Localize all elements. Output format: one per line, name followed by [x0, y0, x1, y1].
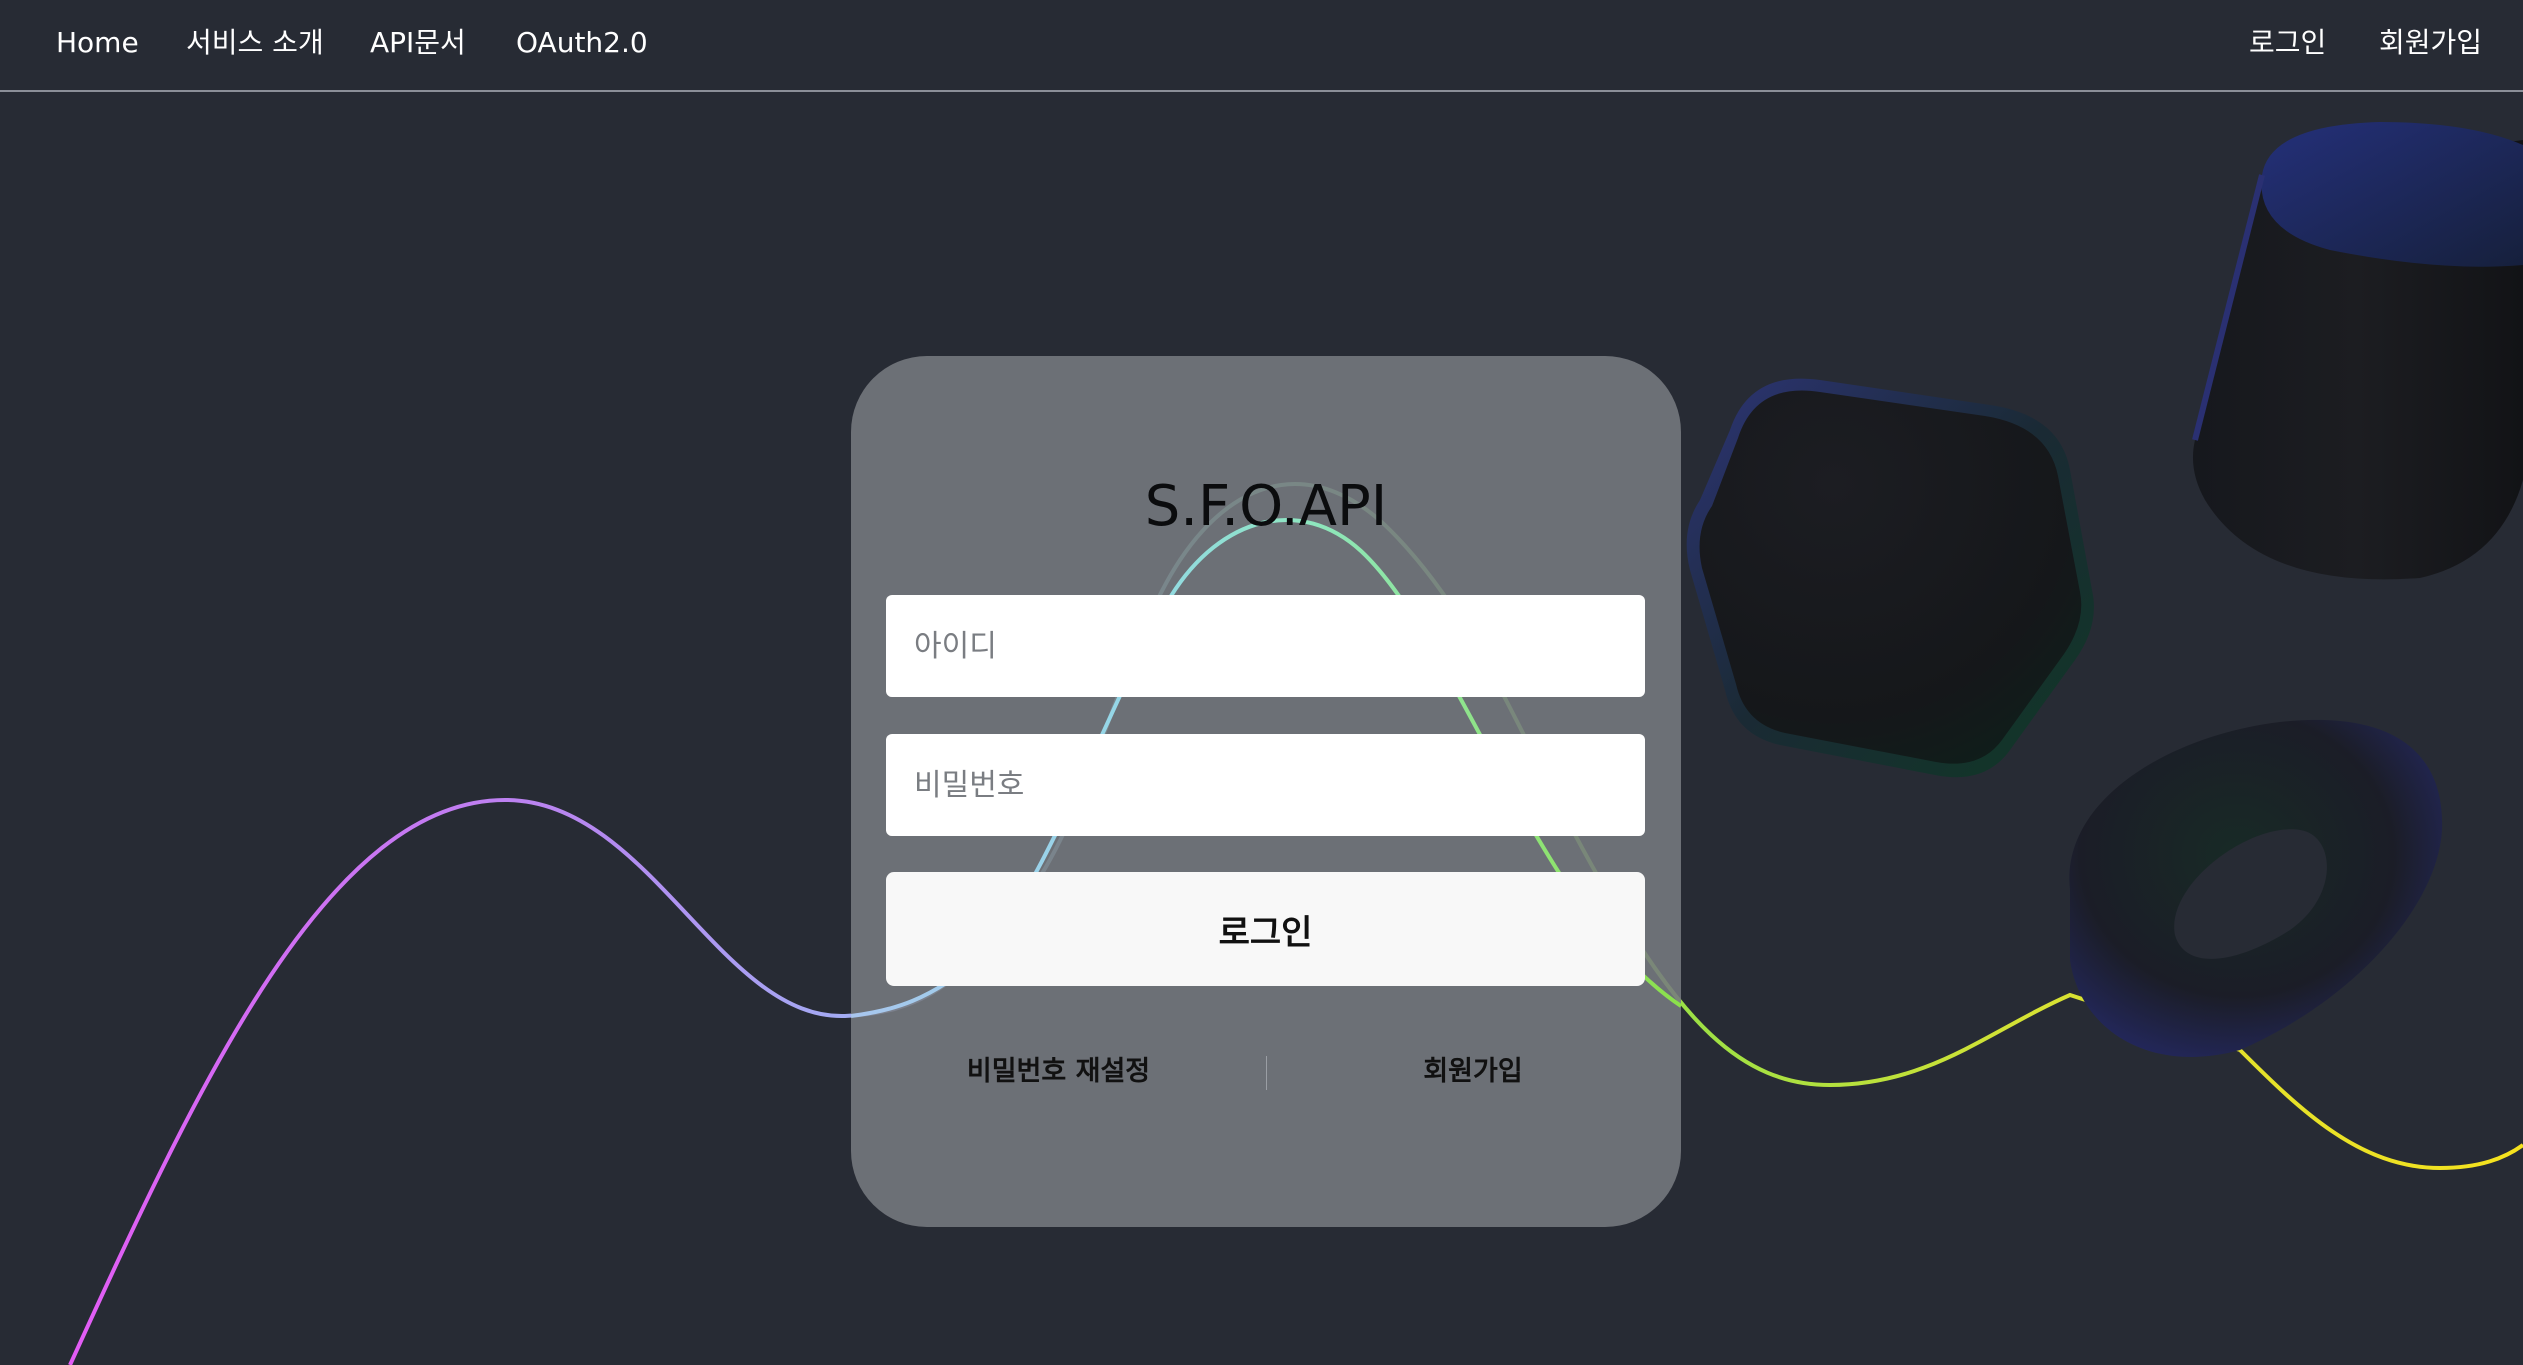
- signup-link[interactable]: 회원가입: [1301, 1050, 1645, 1094]
- nav-service-intro-link[interactable]: 서비스 소개: [186, 0, 324, 88]
- login-card: S.F.O.API 로그인 비밀번호 재설정 회원가입: [851, 356, 1681, 1227]
- nav-signup-link[interactable]: 회원가입: [2379, 0, 2482, 88]
- nav-home-link[interactable]: Home: [56, 0, 139, 88]
- torus-shape: [2069, 719, 2443, 1057]
- top-navbar: Home 서비스 소개 API문서 OAuth2.0 로그인 회원가입: [0, 0, 2523, 92]
- login-button[interactable]: 로그인: [886, 872, 1645, 986]
- cylinder-shape: [2192, 122, 2523, 580]
- password-input[interactable]: [886, 734, 1645, 836]
- cube-shape: [1686, 378, 2094, 778]
- reset-password-link[interactable]: 비밀번호 재설정: [886, 1050, 1231, 1094]
- brand-title: S.F.O.API: [1144, 474, 1388, 539]
- nav-login-link[interactable]: 로그인: [2249, 0, 2326, 88]
- username-input[interactable]: [886, 595, 1645, 697]
- nav-oauth-link[interactable]: OAuth2.0: [516, 0, 648, 88]
- nav-api-docs-link[interactable]: API문서: [370, 0, 466, 88]
- link-divider: [1266, 1056, 1267, 1090]
